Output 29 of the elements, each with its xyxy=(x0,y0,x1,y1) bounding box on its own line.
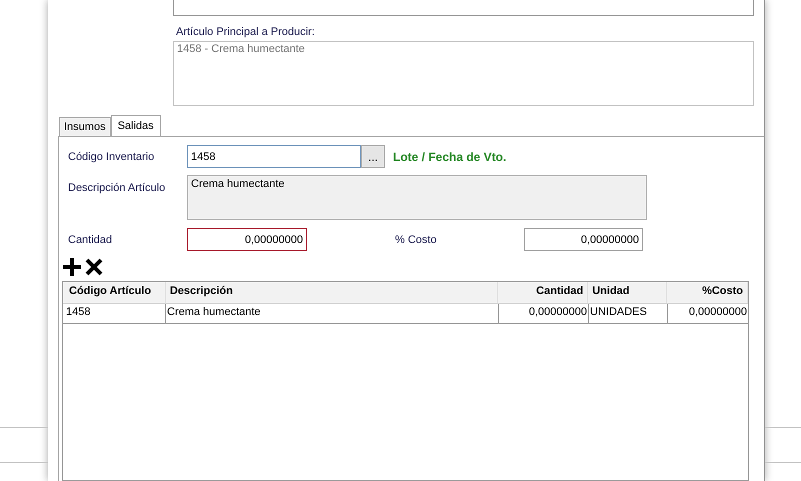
tab[interactable]: Insumos xyxy=(59,117,111,136)
delete-icon[interactable] xyxy=(84,257,104,277)
add-icon[interactable] xyxy=(62,257,82,277)
table-cell: 0,00000000 xyxy=(668,304,749,323)
lote-link[interactable]: Lote / Fecha de Vto. xyxy=(393,150,506,164)
column-header[interactable]: Código Artículo xyxy=(65,282,166,303)
text-area[interactable] xyxy=(173,0,754,16)
column-header[interactable]: Unidad xyxy=(588,282,668,303)
table-cell: UNIDADES xyxy=(589,304,668,323)
text-area[interactable]: Crema humectante xyxy=(187,175,647,220)
field-value: 1458 - Crema humectante xyxy=(177,42,305,55)
field-value: Crema humectante xyxy=(191,178,285,190)
field-label: % Costo xyxy=(395,234,438,246)
field-label: Descripción Artículo xyxy=(68,182,166,194)
table-cell: 0,00000000 xyxy=(499,304,589,323)
input-field[interactable]: 0,00000000 xyxy=(524,228,643,251)
table-cell: 1458 xyxy=(65,304,166,323)
field-label: Cantidad xyxy=(68,234,114,246)
input-field[interactable]: 0,00000000 xyxy=(187,228,307,251)
column-header[interactable]: Cantidad xyxy=(498,282,588,303)
column-header[interactable]: %Costo xyxy=(667,282,748,303)
tab[interactable]: Salidas xyxy=(110,115,161,136)
browse-button[interactable]: ... xyxy=(361,145,385,168)
field-label: Artículo Principal a Producir: xyxy=(176,26,316,40)
input-field[interactable]: 1458 xyxy=(187,145,361,168)
table-cell: Crema humectante xyxy=(166,304,499,323)
field-label: Código Inventario xyxy=(68,150,156,162)
column-header[interactable]: Descripción xyxy=(166,282,498,303)
text-area[interactable]: 1458 - Crema humectante xyxy=(173,40,754,106)
